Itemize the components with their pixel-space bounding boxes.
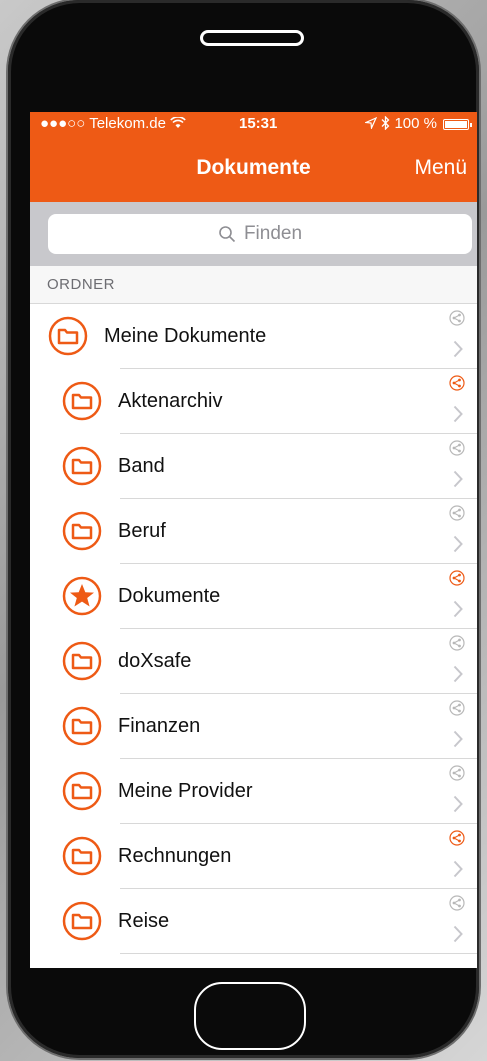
folder-icon <box>62 381 102 421</box>
chevron-right-icon <box>453 665 463 683</box>
section-header: ORDNER <box>30 266 477 304</box>
status-bar: ●●●○○ Telekom.de 15:31 100 % <box>30 112 477 136</box>
phone-frame: ●●●○○ Telekom.de 15:31 100 % Dokumente M… <box>8 0 479 1058</box>
folder-icon <box>62 446 102 486</box>
search-placeholder: Finden <box>243 223 303 244</box>
chevron-right-icon <box>453 795 463 813</box>
row-divider <box>120 953 477 954</box>
folder-label: Dokumente <box>118 585 221 607</box>
battery-percent: 100 % <box>394 115 437 132</box>
app-screen: ●●●○○ Telekom.de 15:31 100 % Dokumente M… <box>30 112 477 968</box>
share-icon[interactable] <box>449 375 465 391</box>
share-icon[interactable] <box>449 570 465 586</box>
share-icon[interactable] <box>449 765 465 781</box>
share-icon[interactable] <box>449 440 465 456</box>
folder-icon <box>62 771 102 811</box>
home-button[interactable] <box>194 982 306 1050</box>
speaker-grille <box>200 30 304 46</box>
chevron-right-icon <box>453 925 463 943</box>
folder-icon <box>62 836 102 876</box>
share-icon[interactable] <box>449 310 465 326</box>
folder-icon <box>62 706 102 746</box>
chevron-right-icon <box>453 860 463 878</box>
share-icon[interactable] <box>449 700 465 716</box>
folder-row[interactable]: Meine Provider <box>30 759 477 824</box>
bluetooth-icon <box>381 115 390 131</box>
star-icon <box>62 576 102 616</box>
section-header-label: ORDNER <box>47 276 116 293</box>
folder-row[interactable]: Dokumente <box>30 564 477 629</box>
chevron-right-icon <box>453 600 463 618</box>
chevron-right-icon <box>453 470 463 488</box>
menu-button[interactable]: Menü <box>414 156 467 180</box>
folder-row[interactable]: Meine Dokumente <box>30 304 477 369</box>
folder-row[interactable]: doXsafe <box>30 629 477 694</box>
share-icon[interactable] <box>449 505 465 521</box>
folder-row[interactable]: Finanzen <box>30 694 477 759</box>
chevron-right-icon <box>453 405 463 423</box>
location-arrow-icon <box>363 116 378 131</box>
folder-label: Rechnungen <box>118 845 232 867</box>
share-icon[interactable] <box>449 895 465 911</box>
signal-strength: ●●●○○ <box>40 115 86 132</box>
folder-label: Meine Dokumente <box>104 325 267 347</box>
share-icon[interactable] <box>449 635 465 651</box>
folder-row[interactable]: Band <box>30 434 477 499</box>
folder-row[interactable]: Aktenarchiv <box>30 369 477 434</box>
chevron-right-icon <box>453 340 463 358</box>
folder-icon <box>62 901 102 941</box>
search-icon <box>219 226 236 243</box>
folder-row[interactable]: Rechnungen <box>30 824 477 889</box>
navigation-bar: Dokumente Menü <box>30 136 477 202</box>
folder-label: Meine Provider <box>118 780 253 802</box>
folder-row[interactable]: Reise <box>30 889 477 954</box>
share-icon[interactable] <box>449 830 465 846</box>
folder-label: Reise <box>118 910 170 932</box>
folder-icon <box>62 511 102 551</box>
chevron-right-icon <box>453 730 463 748</box>
folder-row[interactable]: Beruf <box>30 499 477 564</box>
folder-icon <box>48 316 88 356</box>
folder-label: Aktenarchiv <box>118 390 223 412</box>
search-input[interactable]: Finden <box>48 214 472 254</box>
carrier-name: Telekom.de <box>89 115 166 132</box>
status-time: 15:31 <box>239 115 278 132</box>
folder-label: Finanzen <box>118 715 201 737</box>
folder-icon <box>62 641 102 681</box>
wifi-icon <box>170 116 186 128</box>
folder-label: doXsafe <box>118 650 192 672</box>
battery-icon <box>443 119 472 130</box>
chevron-right-icon <box>453 535 463 553</box>
search-bar: Finden <box>30 202 477 266</box>
folder-label: Band <box>118 455 165 477</box>
folder-label: Beruf <box>118 520 166 542</box>
page-title: Dokumente <box>196 156 311 179</box>
folder-list: Meine Dokumente Aktenarchiv Band Beruf D… <box>30 304 477 954</box>
